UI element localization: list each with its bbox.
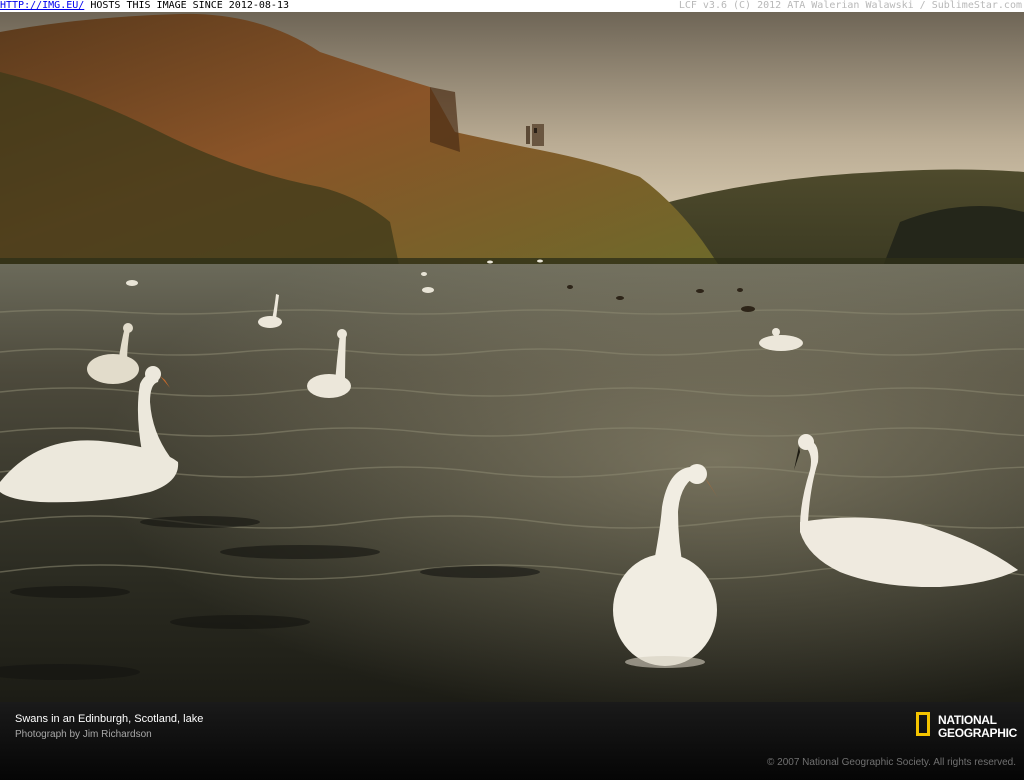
logo-line-2: GEOGRAPHIC (938, 726, 1018, 740)
logo-line-1: NATIONAL (938, 713, 997, 727)
swan-lake-photo (0, 12, 1024, 702)
photo-title: Swans in an Edinburgh, Scotland, lake (15, 713, 204, 725)
watermark-link[interactable]: HTTP://IMG.EU/ (0, 0, 84, 11)
watermark-text: HOSTS THIS IMAGE SINCE 2012-08-13 (84, 0, 289, 11)
copyright-notice: © 2007 National Geographic Society. All … (767, 757, 1016, 768)
watermark-bar: HTTP://IMG.EU/ HOSTS THIS IMAGE SINCE 20… (0, 0, 1024, 12)
watermark-credit: LCF v3.6 (C) 2012 ATA Walerian Walawski … (678, 0, 1022, 11)
yellow-border-icon (916, 712, 930, 736)
watermark-left: HTTP://IMG.EU/ HOSTS THIS IMAGE SINCE 20… (0, 0, 289, 12)
caption-band: Swans in an Edinburgh, Scotland, lake Ph… (0, 702, 1024, 780)
photo-credit: Photograph by Jim Richardson (15, 729, 152, 740)
